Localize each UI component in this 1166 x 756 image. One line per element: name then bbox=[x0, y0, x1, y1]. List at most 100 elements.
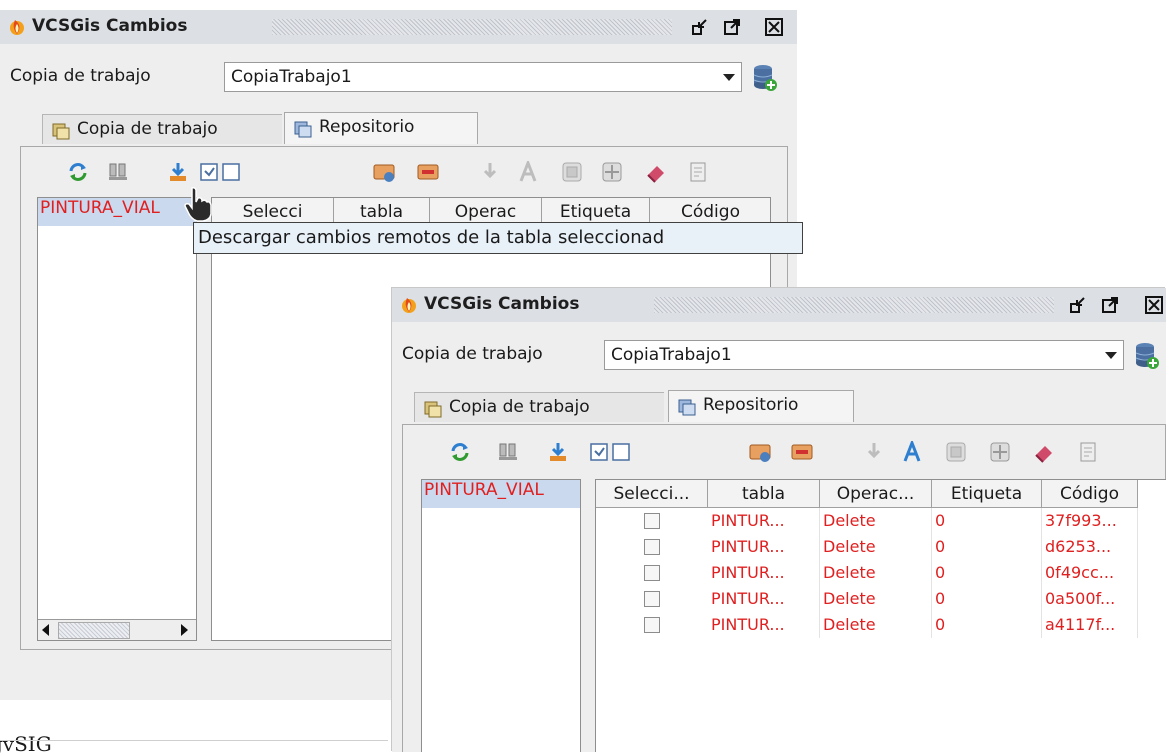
tab-working-copy[interactable]: Copia de trabajo bbox=[42, 114, 282, 144]
repository-icon bbox=[678, 399, 696, 416]
cell-etiqueta: 0 bbox=[932, 508, 1042, 534]
cell-codigo: a4117f... bbox=[1042, 612, 1138, 638]
cell-operacion: Delete bbox=[820, 586, 932, 612]
minimize-icon[interactable] bbox=[690, 17, 710, 37]
row-checkbox[interactable] bbox=[644, 513, 660, 529]
table-row[interactable]: PINTUR... Delete 0 0f49cc... bbox=[596, 560, 1166, 586]
text-icon[interactable] bbox=[517, 161, 539, 183]
tab-label: Repositorio bbox=[703, 395, 799, 415]
close-icon[interactable] bbox=[764, 17, 784, 37]
check-all-icon[interactable] bbox=[199, 161, 221, 183]
column-header[interactable]: Etiqueta bbox=[932, 480, 1042, 508]
row-checkbox[interactable] bbox=[644, 539, 660, 555]
update-icon[interactable] bbox=[479, 161, 501, 183]
uncheck-all-icon[interactable] bbox=[611, 441, 633, 463]
cell-etiqueta: 0 bbox=[932, 534, 1042, 560]
column-header[interactable]: Selecci... bbox=[596, 480, 708, 508]
scroll-thumb[interactable] bbox=[58, 622, 130, 639]
window-icon[interactable] bbox=[561, 161, 583, 183]
changes-table[interactable]: Selecci... tabla Operac... Etiqueta Códi… bbox=[595, 479, 1166, 752]
add-repo-icon[interactable] bbox=[373, 161, 395, 183]
check-all-icon[interactable] bbox=[589, 441, 611, 463]
chevron-down-icon[interactable] bbox=[1105, 352, 1117, 359]
refresh-icon[interactable] bbox=[67, 161, 89, 183]
row-checkbox[interactable] bbox=[644, 565, 660, 581]
cell-tabla: PINTUR... bbox=[708, 612, 820, 638]
database-add-icon[interactable] bbox=[752, 64, 778, 92]
close-icon[interactable] bbox=[1144, 295, 1164, 315]
scroll-right-icon[interactable] bbox=[181, 624, 188, 636]
cell-codigo: 37f993... bbox=[1042, 508, 1138, 534]
desktop-divider bbox=[0, 740, 388, 741]
working-copy-label: Copia de trabajo bbox=[402, 344, 543, 364]
uncheck-all-icon[interactable] bbox=[221, 161, 243, 183]
database-add-icon[interactable] bbox=[1134, 342, 1160, 370]
row-checkbox[interactable] bbox=[644, 591, 660, 607]
cell-codigo: 0a500f... bbox=[1042, 586, 1138, 612]
cell-codigo: d6253... bbox=[1042, 534, 1138, 560]
erase-icon[interactable] bbox=[1033, 441, 1055, 463]
table-list[interactable]: PINTURA_VIAL bbox=[421, 479, 581, 752]
maximize-icon[interactable] bbox=[722, 17, 742, 37]
report-icon[interactable] bbox=[1077, 441, 1099, 463]
window-titlebar[interactable]: VCSGis Cambios bbox=[0, 10, 797, 44]
cell-tabla: PINTUR... bbox=[708, 560, 820, 586]
tab-working-copy[interactable]: Copia de trabajo bbox=[414, 392, 664, 422]
tab-label: Repositorio bbox=[319, 117, 415, 137]
download-icon[interactable] bbox=[167, 161, 189, 183]
cell-codigo: 0f49cc... bbox=[1042, 560, 1138, 586]
window-icon[interactable] bbox=[945, 441, 967, 463]
working-copy-icon bbox=[424, 401, 442, 418]
row-checkbox[interactable] bbox=[644, 617, 660, 633]
table-row[interactable]: PINTUR... Delete 0 0a500f... bbox=[596, 586, 1166, 612]
cell-tabla: PINTUR... bbox=[708, 508, 820, 534]
table-row[interactable]: PINTUR... Delete 0 d6253... bbox=[596, 534, 1166, 560]
list-item[interactable]: PINTURA_VIAL bbox=[422, 480, 580, 508]
front-window: VCSGis Cambios Copia de trabajo CopiaTra… bbox=[392, 288, 1166, 752]
cell-operacion: Delete bbox=[820, 508, 932, 534]
add-repo-icon[interactable] bbox=[749, 441, 771, 463]
cell-operacion: Delete bbox=[820, 534, 932, 560]
report-icon[interactable] bbox=[687, 161, 709, 183]
text-icon[interactable] bbox=[901, 441, 923, 463]
scroll-left-icon[interactable] bbox=[42, 624, 49, 636]
column-header[interactable]: Código bbox=[1042, 480, 1138, 508]
title-drag-area[interactable] bbox=[654, 297, 1054, 313]
commit-icon[interactable] bbox=[107, 161, 129, 183]
erase-icon[interactable] bbox=[645, 161, 667, 183]
expand-icon[interactable] bbox=[989, 441, 1011, 463]
cell-tabla: PINTUR... bbox=[708, 534, 820, 560]
window-titlebar[interactable]: VCSGis Cambios bbox=[392, 288, 1166, 322]
tab-label: Copia de trabajo bbox=[449, 397, 590, 417]
remove-repo-icon[interactable] bbox=[417, 161, 439, 183]
working-copy-select[interactable]: CopiaTrabajo1 bbox=[224, 62, 742, 92]
working-copy-label: Copia de trabajo bbox=[10, 66, 151, 86]
cell-tabla: PINTUR... bbox=[708, 586, 820, 612]
repository-panel: PINTURA_VIAL Selecci... tabla Operac... … bbox=[402, 424, 1166, 752]
expand-icon[interactable] bbox=[601, 161, 623, 183]
minimize-icon[interactable] bbox=[1068, 295, 1088, 315]
tab-repository[interactable]: Repositorio bbox=[668, 390, 854, 422]
chevron-down-icon[interactable] bbox=[723, 74, 735, 81]
list-item[interactable]: PINTURA_VIAL bbox=[38, 198, 196, 226]
download-icon[interactable] bbox=[547, 441, 569, 463]
commit-icon[interactable] bbox=[497, 441, 519, 463]
refresh-icon[interactable] bbox=[449, 441, 471, 463]
title-drag-area[interactable] bbox=[272, 19, 672, 35]
table-row[interactable]: PINTUR... Delete 0 37f993... bbox=[596, 508, 1166, 534]
maximize-icon[interactable] bbox=[1100, 295, 1120, 315]
tab-repository[interactable]: Repositorio bbox=[284, 112, 478, 144]
gvsig-flame-icon bbox=[10, 20, 24, 35]
window-title: VCSGis Cambios bbox=[424, 294, 580, 314]
horizontal-scrollbar[interactable] bbox=[38, 619, 196, 640]
table-list[interactable]: PINTURA_VIAL bbox=[37, 197, 197, 641]
remove-repo-icon[interactable] bbox=[791, 441, 813, 463]
cell-operacion: Delete bbox=[820, 612, 932, 638]
update-icon[interactable] bbox=[863, 441, 885, 463]
column-header[interactable]: Operac... bbox=[820, 480, 932, 508]
working-copy-select[interactable]: CopiaTrabajo1 bbox=[604, 340, 1124, 370]
window-title: VCSGis Cambios bbox=[32, 16, 188, 36]
tab-label: Copia de trabajo bbox=[77, 119, 218, 139]
column-header[interactable]: tabla bbox=[708, 480, 820, 508]
table-row[interactable]: PINTUR... Delete 0 a4117f... bbox=[596, 612, 1166, 638]
